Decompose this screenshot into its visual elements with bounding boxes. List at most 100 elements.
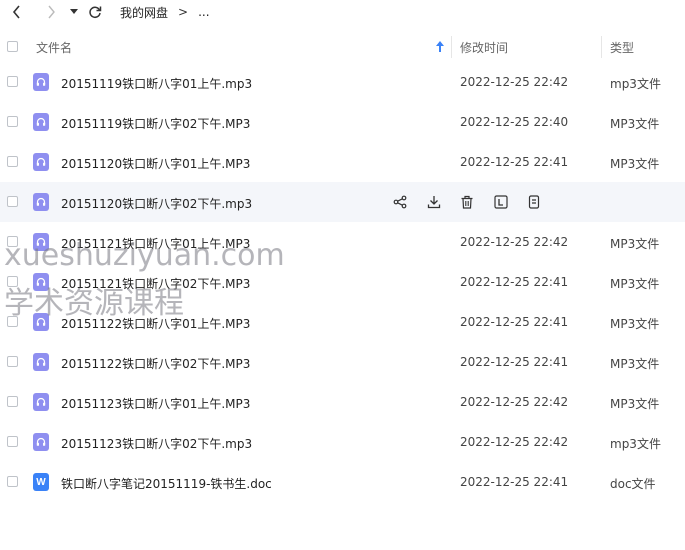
forward-button[interactable] <box>40 1 62 23</box>
file-row[interactable]: 20151119铁口断八字02下午.MP3 2022-12-25 22:40 MP3… <box>0 102 685 142</box>
file-modified-time: 2022-12-25 22:41 <box>460 275 569 289</box>
audio-file-icon <box>33 313 49 331</box>
file-name[interactable]: 20151121铁口断八字02下午.MP3 <box>61 275 250 292</box>
headphones-icon <box>36 437 46 446</box>
file-row[interactable]: W 铁口断八字笔记20151119-铁书生.doc 2022-12-25 22:41… <box>0 462 685 502</box>
file-name[interactable]: 20151122铁口断八字01上午.MP3 <box>61 315 250 332</box>
file-row[interactable]: 20151120铁口断八字01上午.MP3 2022-12-25 22:41 MP3… <box>0 142 685 182</box>
caret-down-icon <box>70 9 78 14</box>
file-type: mp3文件 <box>610 437 661 451</box>
file-modified-time: 2022-12-25 22:42 <box>460 75 569 89</box>
download-icon <box>427 196 440 209</box>
file-name[interactable]: 铁口断八字笔记20151119-铁书生.doc <box>61 475 272 492</box>
more-icon <box>528 195 540 209</box>
rename-button[interactable] <box>491 192 511 212</box>
headphones-icon <box>36 277 46 286</box>
file-type: doc文件 <box>610 477 656 491</box>
row-checkbox[interactable] <box>7 76 18 87</box>
sort-ascending-icon[interactable] <box>436 41 444 52</box>
row-checkbox[interactable] <box>7 196 18 207</box>
headphones-icon <box>36 117 46 126</box>
back-button[interactable] <box>6 1 28 23</box>
file-list: 20151119铁口断八字01上午.mp3 2022-12-25 22:42 mp3… <box>0 62 685 502</box>
column-header-modified[interactable]: 修改时间 <box>460 39 508 56</box>
file-name[interactable]: 20151120铁口断八字02下午.mp3 <box>61 195 252 212</box>
audio-file-icon <box>33 153 49 171</box>
breadcrumb-more[interactable]: ... <box>198 5 209 19</box>
file-name[interactable]: 20151121铁口断八字01上午.MP3 <box>61 235 250 252</box>
word-doc-icon: W <box>33 473 49 491</box>
select-all-checkbox[interactable] <box>7 41 18 52</box>
chevron-left-icon <box>12 5 20 19</box>
row-checkbox[interactable] <box>7 436 18 447</box>
file-row[interactable]: 20151122铁口断八字01上午.MP3 2022-12-25 22:41 MP3… <box>0 302 685 342</box>
file-type: MP3文件 <box>610 277 660 291</box>
audio-file-icon <box>33 73 49 91</box>
file-name[interactable]: 20151119铁口断八字01上午.mp3 <box>61 75 252 92</box>
file-modified-time: 2022-12-25 22:42 <box>460 235 569 249</box>
download-button[interactable] <box>424 192 444 212</box>
history-dropdown-button[interactable] <box>68 1 80 23</box>
row-actions <box>390 192 558 212</box>
row-checkbox[interactable] <box>7 396 18 407</box>
file-row[interactable]: 20151123铁口断八字02下午.mp3 2022-12-25 22:42 mp3… <box>0 422 685 462</box>
audio-file-icon <box>33 113 49 131</box>
file-type: MP3文件 <box>610 117 660 131</box>
row-checkbox[interactable] <box>7 316 18 327</box>
refresh-button[interactable] <box>84 1 106 23</box>
row-checkbox[interactable] <box>7 356 18 367</box>
file-name[interactable]: 20151122铁口断八字02下午.MP3 <box>61 355 250 372</box>
audio-file-icon <box>33 193 49 211</box>
breadcrumb-root[interactable]: 我的网盘 <box>120 4 168 21</box>
file-name[interactable]: 20151119铁口断八字02下午.MP3 <box>61 115 250 132</box>
row-checkbox[interactable] <box>7 276 18 287</box>
file-modified-time: 2022-12-25 22:41 <box>460 155 569 169</box>
file-row[interactable]: 20151119铁口断八字01上午.mp3 2022-12-25 22:42 mp3… <box>0 62 685 102</box>
more-button[interactable] <box>524 192 544 212</box>
file-modified-time: 2022-12-25 22:41 <box>460 355 569 369</box>
file-row[interactable]: 20151122铁口断八字02下午.MP3 2022-12-25 22:41 MP3… <box>0 342 685 382</box>
file-row[interactable]: 20151121铁口断八字01上午.MP3 2022-12-25 22:42 MP3… <box>0 222 685 262</box>
rename-icon <box>493 195 508 209</box>
breadcrumb: 我的网盘 > ... <box>120 4 210 21</box>
row-checkbox[interactable] <box>7 476 18 487</box>
share-icon <box>393 195 407 209</box>
file-name[interactable]: 20151123铁口断八字02下午.mp3 <box>61 435 252 452</box>
audio-file-icon <box>33 233 49 251</box>
delete-icon <box>461 195 473 209</box>
file-type: MP3文件 <box>610 157 660 171</box>
file-name[interactable]: 20151123铁口断八字01上午.MP3 <box>61 395 250 412</box>
file-modified-time: 2022-12-25 22:42 <box>460 395 569 409</box>
file-row[interactable]: 20151120铁口断八字02下午.mp3 <box>0 182 685 222</box>
audio-file-icon <box>33 393 49 411</box>
delete-button[interactable] <box>457 192 477 212</box>
file-row[interactable]: 20151123铁口断八字01上午.MP3 2022-12-25 22:42 MP3… <box>0 382 685 422</box>
audio-file-icon <box>33 353 49 371</box>
file-type: MP3文件 <box>610 357 660 371</box>
audio-file-icon <box>33 273 49 291</box>
column-header-type[interactable]: 类型 <box>610 39 634 56</box>
column-header-name[interactable]: 文件名 <box>36 39 72 56</box>
column-divider[interactable] <box>451 36 452 58</box>
file-name[interactable]: 20151120铁口断八字01上午.MP3 <box>61 155 250 172</box>
headphones-icon <box>36 397 46 406</box>
file-list-header: 文件名 修改时间 类型 <box>0 32 685 62</box>
file-type: MP3文件 <box>610 237 660 251</box>
row-checkbox[interactable] <box>7 156 18 167</box>
file-modified-time: 2022-12-25 22:41 <box>460 315 569 329</box>
file-modified-time: 2022-12-25 22:42 <box>460 435 569 449</box>
headphones-icon <box>36 197 46 206</box>
file-modified-time: 2022-12-25 22:41 <box>460 475 569 489</box>
refresh-icon <box>89 6 102 19</box>
share-button[interactable] <box>390 192 410 212</box>
column-divider[interactable] <box>601 36 602 58</box>
file-row[interactable]: 20151121铁口断八字02下午.MP3 2022-12-25 22:41 MP3… <box>0 262 685 302</box>
file-type: mp3文件 <box>610 77 661 91</box>
headphones-icon <box>36 357 46 366</box>
file-modified-time: 2022-12-25 22:40 <box>460 115 569 129</box>
headphones-icon <box>36 237 46 246</box>
row-checkbox[interactable] <box>7 116 18 127</box>
row-checkbox[interactable] <box>7 236 18 247</box>
toolbar: 我的网盘 > ... <box>0 0 685 24</box>
headphones-icon <box>36 157 46 166</box>
